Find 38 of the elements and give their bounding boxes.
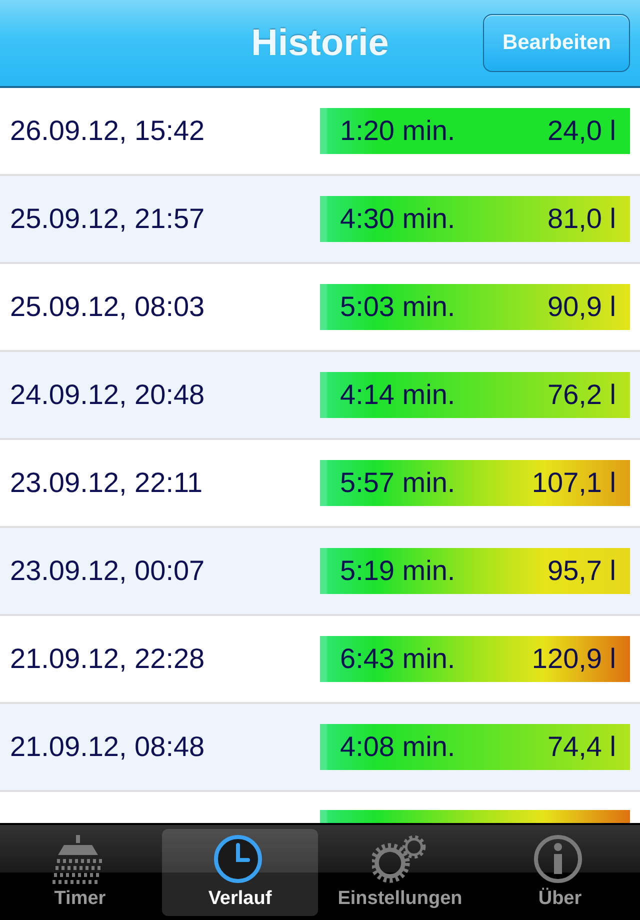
duration-text: 5:19 min. [340, 554, 456, 588]
volume-text: 81,0 l [548, 202, 616, 236]
date-text: 23.09.12, 22:11 [10, 466, 203, 500]
tab-button[interactable]: Über [482, 829, 638, 916]
volume-text: 120,9 l [532, 642, 616, 676]
date-text: 26.09.12, 15:42 [10, 114, 205, 148]
date-text: 23.09.12, 00:07 [10, 554, 205, 588]
tab-button[interactable]: Einstellungen [322, 829, 478, 916]
tab-button[interactable]: Verlauf [162, 829, 318, 916]
volume-text: 95,7 l [548, 554, 616, 588]
duration-text: 4:30 min. [340, 202, 456, 236]
tab-button[interactable]: Timer [2, 829, 158, 916]
history-row[interactable]: 23.09.12, 00:07 5:19 min. 95,7 l [0, 528, 640, 616]
history-row[interactable]: 23.09.12, 22:11 5:57 min. 107,1 l [0, 440, 640, 528]
history-row[interactable]: 25.09.12, 21:57 4:30 min. 81,0 l [0, 176, 640, 264]
duration-text: 5:57 min. [340, 466, 456, 500]
duration-text: 6:43 min. [340, 642, 456, 676]
volume-text: 76,2 l [548, 378, 616, 412]
duration-text: 1:20 min. [340, 114, 456, 148]
history-row[interactable]: 25.09.12, 08:03 5:03 min. 90,9 l [0, 264, 640, 352]
date-text: 21.09.12, 08:48 [10, 730, 205, 764]
history-row[interactable]: 24.09.12, 20:48 4:14 min. 76,2 l [0, 352, 640, 440]
history-row[interactable]: 21.09.12, 08:48 4:08 min. 74,4 l [0, 704, 640, 792]
date-text: 25.09.12, 21:57 [10, 202, 205, 236]
date-text: 21.09.12, 22:28 [10, 642, 205, 676]
history-row[interactable]: 26.09.12, 15:42 1:20 min. 24,0 l [0, 88, 640, 176]
duration-text: 4:08 min. [340, 730, 456, 764]
volume-text: 90,9 l [548, 290, 616, 324]
duration-text: 4:14 min. [340, 378, 456, 412]
duration-text: 5:03 min. [340, 290, 456, 324]
nav-title: Historie [251, 21, 389, 66]
volume-text: 74,4 l [548, 730, 616, 764]
date-text: 24.09.12, 20:48 [10, 378, 205, 412]
volume-text: 107,1 l [532, 466, 616, 500]
volume-text: 24,0 l [548, 114, 616, 148]
date-text: 25.09.12, 08:03 [10, 290, 205, 324]
history-row[interactable]: 21.09.12, 22:28 6:43 min. 120,9 l [0, 616, 640, 704]
gears-icon [372, 833, 428, 885]
